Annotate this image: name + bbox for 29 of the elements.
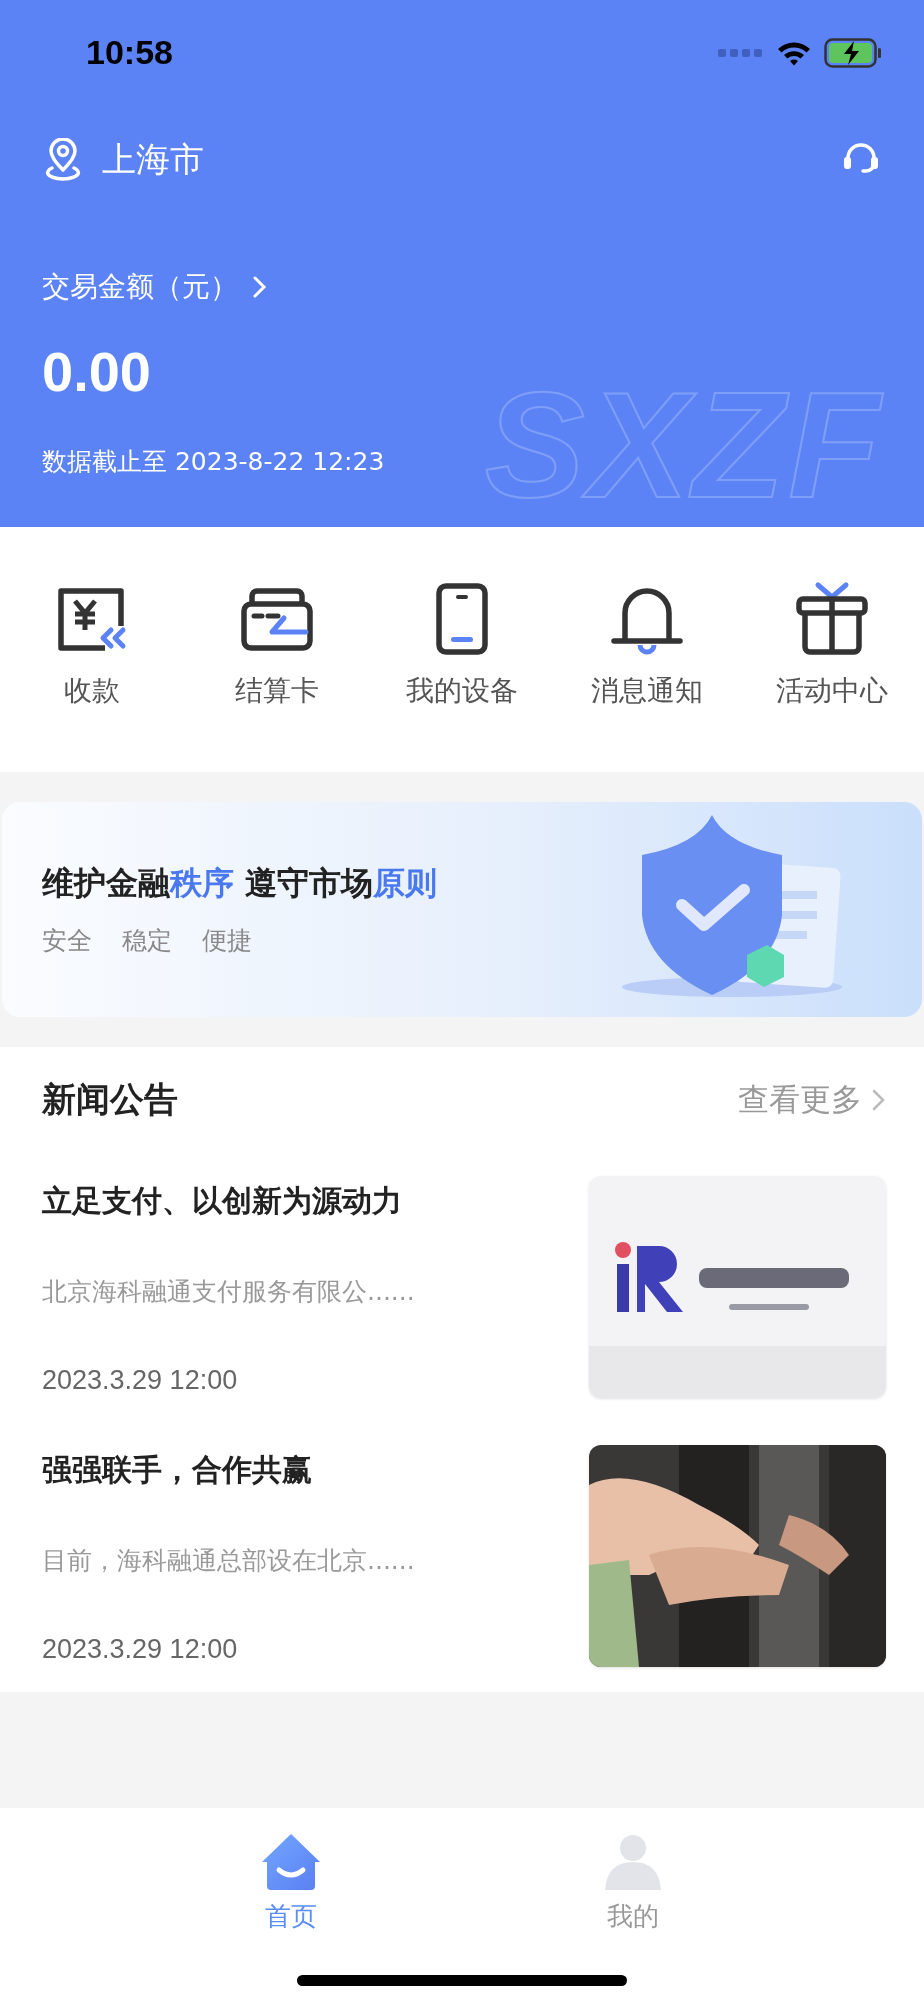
shortcut-item[interactable]: 消息通知 <box>590 671 703 711</box>
news-summary: 目前，海科融通总部设在北京...... <box>42 1545 415 1577</box>
news-title[interactable]: 立足支付、以创新为源动力 <box>42 1180 415 1222</box>
amount-value: 0.00 <box>42 339 152 405</box>
home-icon <box>261 1832 321 1892</box>
banner-tag: 便捷 <box>202 924 252 957</box>
banner-title: 维护金融秩序 遵守市场原则 <box>42 863 438 904</box>
phone-icon <box>434 583 490 655</box>
banner-card[interactable]: 维护金融秩序 遵守市场原则 安全 稳定 便捷 <box>2 802 922 1017</box>
shortcut-item[interactable]: 结算卡 <box>235 671 320 711</box>
news-date: 2023.3.29 12:00 <box>42 1633 239 1666</box>
chevron-right-icon[interactable] <box>252 274 268 300</box>
shortcut-item[interactable]: 收款 <box>64 671 121 711</box>
battery-icon <box>824 37 882 68</box>
banner-tag: 稳定 <box>122 924 172 957</box>
news-summary: 北京海科融通支付服务有限公...... <box>42 1276 415 1308</box>
shortcut-item[interactable]: 活动中心 <box>775 671 888 711</box>
chevron-right-icon[interactable] <box>872 1087 886 1112</box>
news-title[interactable]: 强强联手，合作共赢 <box>42 1449 415 1491</box>
wallet-card-icon <box>240 586 315 652</box>
status-time: 10:58 <box>86 33 173 72</box>
person-icon <box>603 1832 663 1892</box>
signal-icon <box>718 46 764 59</box>
banner-tag: 安全 <box>42 924 92 957</box>
news-date: 2023.3.29 12:00 <box>42 1364 239 1397</box>
update-time: 数据截止至 2023-8-22 12:23 <box>42 446 386 478</box>
section-title: 新闻公告 <box>42 1077 178 1121</box>
shortcut-item[interactable]: 我的设备 <box>406 671 518 711</box>
gift-icon <box>793 581 870 657</box>
